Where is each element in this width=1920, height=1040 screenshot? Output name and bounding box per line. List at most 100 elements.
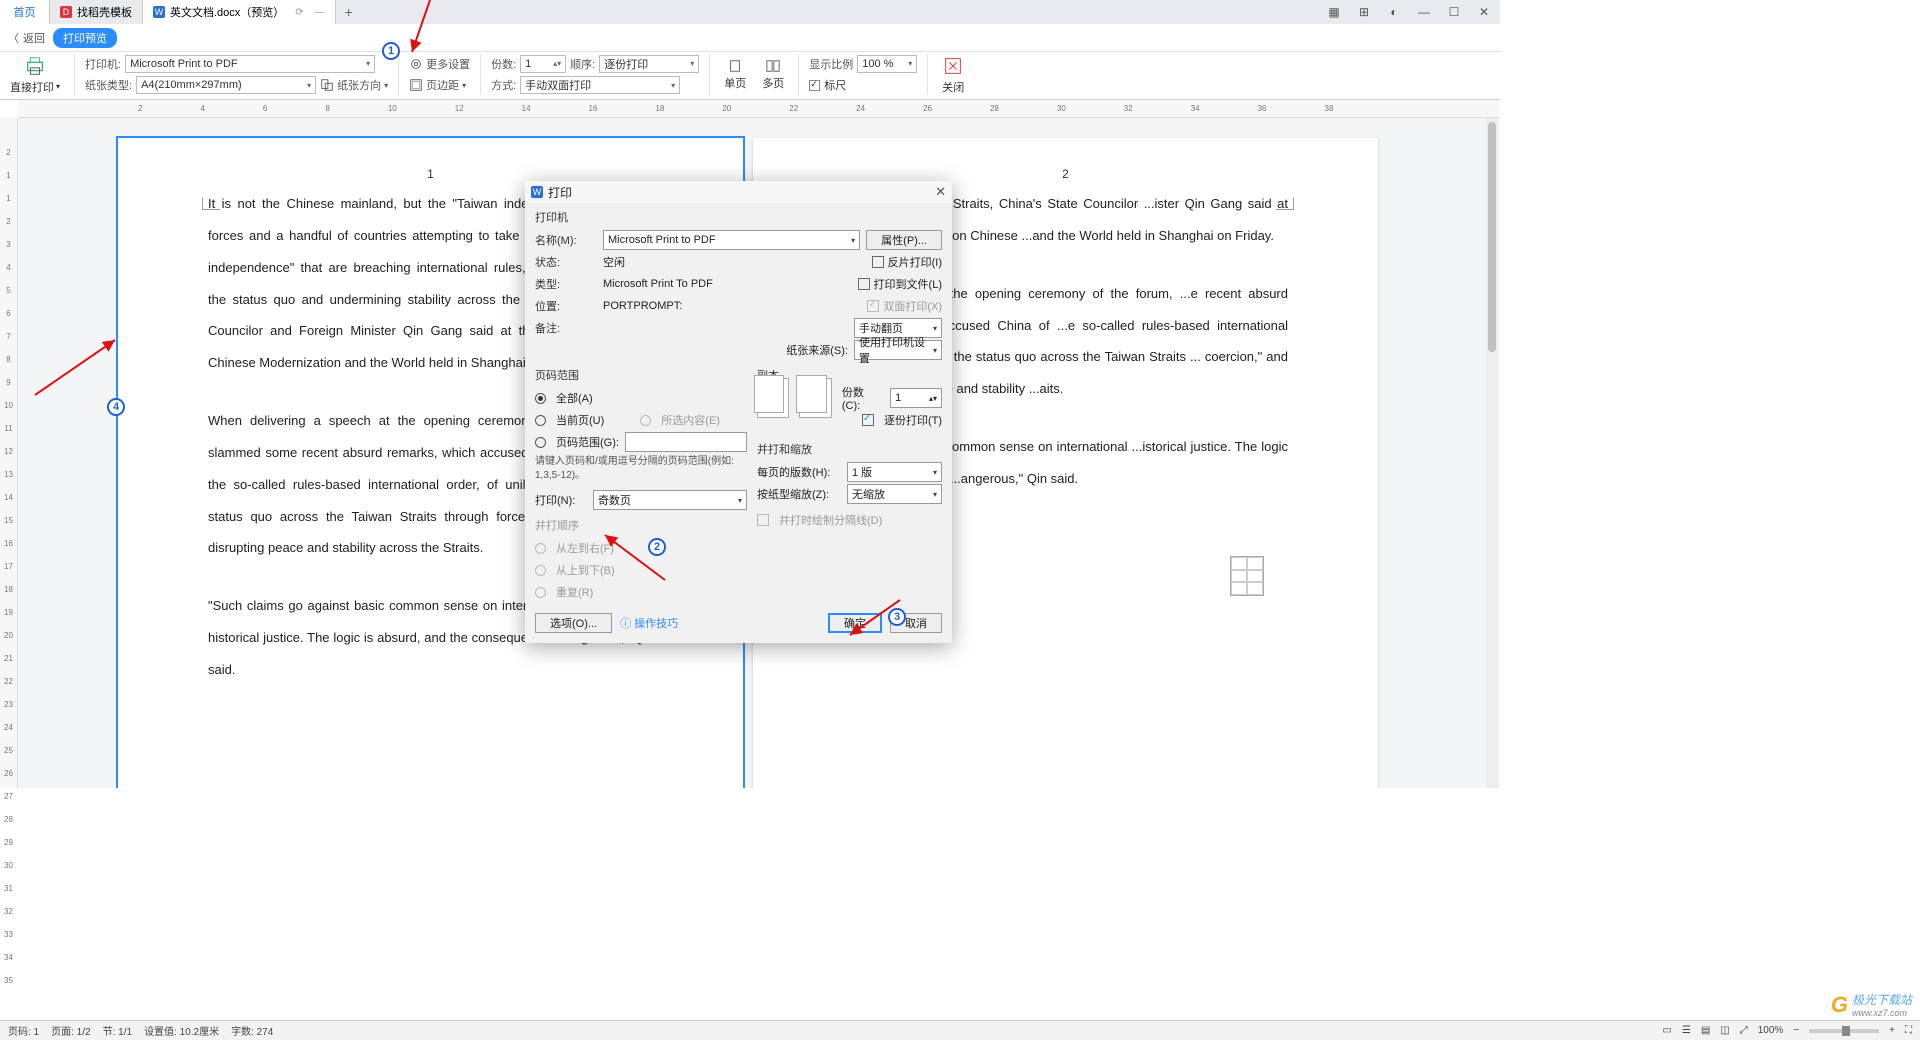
reverse-print-label: 反片打印(I) (888, 254, 942, 270)
status-page-no: 页码: 1 (8, 1023, 39, 1038)
properties-button[interactable]: 属性(P)... (866, 230, 942, 250)
margins-icon (409, 78, 423, 92)
zoom-out-button[interactable]: − (1793, 1025, 1799, 1036)
tb-radio (535, 565, 546, 576)
back-icon: 〈 (8, 30, 19, 46)
ruler-checkbox[interactable] (809, 80, 820, 91)
tips-link[interactable]: ⓘ 操作技巧 (620, 615, 678, 631)
printer-name-select[interactable]: Microsoft Print to PDF▾ (603, 230, 860, 250)
back-button[interactable]: 〈返回 (8, 30, 45, 46)
zoom-slider[interactable] (1809, 1029, 1879, 1033)
zoom-select[interactable]: 100 %▾ (857, 55, 917, 73)
group-zoom: 显示比例 100 %▾ 标尺 (809, 54, 928, 95)
close-preview-button[interactable]: 关闭 (938, 55, 968, 95)
collate-preview-icon (799, 378, 831, 418)
direct-print-button[interactable]: 直接打印▾ (6, 55, 64, 95)
mode-label: 方式: (491, 77, 516, 93)
print-preview-toolbar: 直接打印▾ 打印机: Microsoft Print to PDF▾ 纸张类型:… (0, 52, 1500, 100)
paper-select[interactable]: A4(210mm×297mm)▾ (136, 76, 316, 94)
copies-input[interactable]: 1▴▾ (520, 55, 566, 73)
fit-select[interactable]: 无缩放▾ (847, 484, 942, 504)
status-bar: 页码: 1 页面: 1/2 节: 1/1 设置值: 10.2厘米 字数: 274… (0, 1020, 1920, 1040)
paper-direction-button[interactable]: 纸张方向▾ (320, 77, 388, 93)
paper-label: 纸张类型: (85, 77, 132, 93)
annotation-callout-2: 2 (648, 538, 666, 556)
multi-page-button[interactable]: 多页 (758, 55, 788, 95)
group-close: 关闭 (938, 54, 978, 95)
view-mode-icon[interactable]: ☰ (1682, 1025, 1691, 1036)
tab-refresh-icon[interactable]: ⟳ (295, 7, 303, 18)
fit-label: 按纸型缩放(Z): (757, 486, 841, 502)
vertical-scrollbar[interactable] (1486, 118, 1498, 788)
group-settings: 更多设置 页边距▾ (409, 54, 481, 95)
options-button[interactable]: 选项(O)... (535, 613, 612, 633)
window-controls: ▦ ⊞ ◐ — ☐ ✕ (1324, 0, 1500, 24)
zoom-value[interactable]: 100% (1758, 1025, 1784, 1036)
watermark-brand: 极光下载站 (1852, 991, 1912, 1008)
dialog-close-button[interactable]: ✕ (935, 184, 946, 200)
word-icon: W (531, 186, 543, 198)
avatar-icon[interactable]: ◐ (1384, 5, 1404, 19)
minimize-button[interactable]: — (1414, 5, 1434, 19)
scroll-thumb[interactable] (1488, 122, 1496, 352)
pps-label: 每页的版数(H): (757, 464, 841, 480)
maximize-button[interactable]: ☐ (1444, 5, 1464, 19)
reverse-print-checkbox[interactable] (872, 256, 884, 268)
annotation-arrow (30, 330, 130, 400)
print-preview-badge: 打印预览 (53, 28, 117, 48)
margins-button[interactable]: 页边距▾ (409, 77, 466, 93)
range-current-radio[interactable] (535, 415, 546, 426)
group-direct-print: 直接打印▾ (6, 54, 75, 95)
tab-close-icon[interactable]: — (315, 7, 325, 18)
margin-mark-icon (202, 198, 220, 210)
order-label: 顺序: (570, 56, 595, 72)
range-pages-input[interactable] (625, 432, 747, 452)
pps-select[interactable]: 1 版▾ (847, 462, 942, 482)
layout-icon[interactable]: ▦ (1324, 5, 1344, 19)
tab-label: 找稻壳模板 (77, 4, 132, 20)
caret-down-icon: ▾ (384, 81, 388, 90)
caret-down-icon: ▾ (908, 59, 912, 68)
print-n-select[interactable]: 奇数页▾ (593, 490, 747, 510)
close-button[interactable]: ✕ (1474, 5, 1494, 19)
fullscreen-icon[interactable]: ⛶ (1905, 1025, 1912, 1036)
tab-add[interactable]: + (336, 0, 362, 24)
printer-select[interactable]: Microsoft Print to PDF▾ (125, 55, 375, 73)
tab-document[interactable]: W 英文文档.docx（预览） ⟳ — (143, 0, 336, 24)
range-pages-radio[interactable] (535, 437, 546, 448)
print-to-file-checkbox[interactable] (858, 278, 870, 290)
order-select[interactable]: 逐份打印▾ (599, 55, 699, 73)
copies-c-label: 份数(C): (842, 384, 880, 412)
copies-c-input[interactable]: 1▴▾ (890, 388, 942, 408)
type-value: Microsoft Print To PDF (603, 278, 713, 290)
caret-down-icon: ▾ (366, 59, 370, 68)
repeat-label: 重复(R) (556, 584, 593, 600)
range-all-radio[interactable] (535, 393, 546, 404)
printer-label: 打印机: (85, 56, 121, 72)
range-current-label: 当前页(U) (556, 412, 604, 428)
apps-icon[interactable]: ⊞ (1354, 5, 1374, 19)
view-mode-icon[interactable]: ◫ (1720, 1025, 1729, 1036)
paper-source-label: 纸张来源(S): (786, 342, 848, 358)
mode-select[interactable]: 手动双面打印▾ (520, 76, 680, 94)
spinner-icon[interactable]: ▴▾ (929, 394, 937, 403)
view-mode-icon[interactable]: ▤ (1701, 1025, 1710, 1036)
printer-icon (24, 55, 46, 77)
watermark: G 极光下载站 www.xz7.com (1831, 991, 1912, 1018)
dialog-titlebar[interactable]: W打印 ✕ (525, 181, 952, 203)
status-setvalue: 设置值: 10.2厘米 (144, 1023, 219, 1038)
collate-checkbox[interactable] (862, 414, 874, 426)
single-page-button[interactable]: 单页 (720, 55, 750, 95)
view-mode-icon[interactable]: ▭ (1662, 1025, 1671, 1036)
caret-down-icon: ▾ (933, 346, 937, 355)
range-all-label: 全部(A) (556, 390, 593, 406)
annotation-arrow (400, 0, 440, 60)
tab-home[interactable]: 首页 (0, 0, 50, 24)
paper-source-select[interactable]: 使用打印机设置▾ (854, 340, 942, 360)
tab-templates[interactable]: D 找稻壳模板 (50, 0, 143, 24)
fit-icon[interactable]: ⤢ (1740, 1025, 1748, 1036)
zoom-in-button[interactable]: + (1889, 1025, 1895, 1036)
status-label: 状态: (535, 254, 597, 270)
caret-down-icon: ▾ (56, 82, 60, 91)
printer-group: 打印机 名称(M): Microsoft Print to PDF▾ 属性(P)… (535, 209, 942, 361)
